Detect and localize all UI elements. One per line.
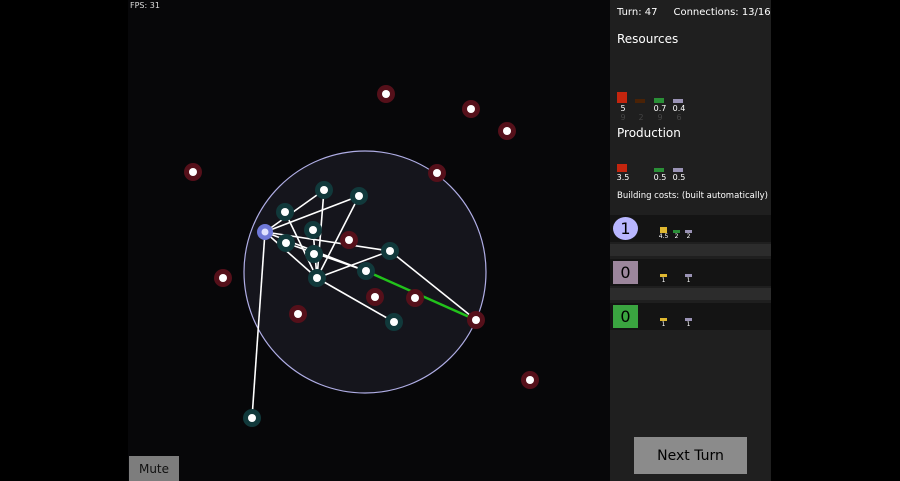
production-bar bbox=[654, 168, 664, 172]
production-bar bbox=[673, 168, 683, 172]
resource-bar bbox=[635, 99, 645, 103]
game-board[interactable]: FPS: 31 Mute bbox=[128, 0, 610, 481]
cost-value: 1 bbox=[686, 321, 691, 328]
node[interactable] bbox=[276, 203, 294, 221]
building-row: 0 1 1 bbox=[610, 259, 771, 286]
enemy-node[interactable] bbox=[377, 85, 395, 103]
mute-button[interactable]: Mute bbox=[129, 456, 179, 481]
production-value: 0.5 bbox=[653, 173, 667, 182]
resource-bar bbox=[617, 92, 627, 103]
enemy-node[interactable] bbox=[289, 305, 307, 323]
building-costs-caption: Building costs: (built automatically) bbox=[617, 191, 768, 201]
building-row-separator bbox=[610, 244, 771, 256]
node[interactable] bbox=[305, 245, 323, 263]
enemy-node[interactable] bbox=[462, 100, 480, 118]
resources-heading: Resources bbox=[617, 32, 679, 46]
status-bar: Turn: 47 Connections: 13/16 bbox=[617, 7, 771, 18]
enemy-node[interactable] bbox=[406, 289, 424, 307]
production-value: 3.5 bbox=[616, 173, 630, 182]
turn-counter: Turn: 47 bbox=[617, 7, 658, 18]
node[interactable] bbox=[308, 269, 326, 287]
building-count-badge[interactable]: 0 bbox=[613, 261, 638, 284]
right-margin bbox=[771, 0, 900, 481]
resource-capacity: 9 bbox=[657, 113, 663, 122]
hub-node[interactable] bbox=[257, 224, 273, 240]
next-turn-button[interactable]: Next Turn bbox=[634, 437, 747, 474]
production-value: 0.5 bbox=[672, 173, 686, 182]
resource-capacity: 9 bbox=[620, 113, 626, 122]
building-count-badge[interactable]: 0 bbox=[613, 305, 638, 328]
cost-value: 2 bbox=[686, 233, 691, 240]
node[interactable] bbox=[315, 181, 333, 199]
cost-value: 1 bbox=[686, 277, 691, 284]
building-row-separator bbox=[610, 288, 771, 300]
resource-capacity: 6 bbox=[676, 113, 682, 122]
enemy-node[interactable] bbox=[366, 288, 384, 306]
node[interactable] bbox=[304, 221, 322, 239]
resource-value: 0.4 bbox=[672, 104, 686, 113]
cost-value: 1 bbox=[661, 277, 666, 284]
node[interactable] bbox=[277, 234, 295, 252]
side-panel: Turn: 47 Connections: 13/16 Resources 59… bbox=[610, 0, 771, 481]
resource-bar bbox=[654, 98, 664, 103]
node[interactable] bbox=[381, 242, 399, 260]
node[interactable] bbox=[350, 187, 368, 205]
cost-value: 1 bbox=[661, 321, 666, 328]
map-canvas[interactable] bbox=[128, 0, 610, 481]
node[interactable] bbox=[243, 409, 261, 427]
building-row: 1 4.5 2 2 bbox=[610, 215, 771, 242]
resource-value: 5 bbox=[620, 104, 626, 113]
production-bar bbox=[617, 164, 627, 172]
enemy-node[interactable] bbox=[467, 311, 485, 329]
enemy-node[interactable] bbox=[521, 371, 539, 389]
enemy-node[interactable] bbox=[498, 122, 516, 140]
connections-counter: Connections: 13/16 bbox=[673, 7, 771, 18]
enemy-node[interactable] bbox=[184, 163, 202, 181]
enemy-node[interactable] bbox=[214, 269, 232, 287]
enemy-node[interactable] bbox=[428, 164, 446, 182]
enemy-node[interactable] bbox=[340, 231, 358, 249]
node[interactable] bbox=[357, 262, 375, 280]
resource-bar bbox=[673, 99, 683, 103]
node[interactable] bbox=[385, 313, 403, 331]
resource-value: 0.7 bbox=[653, 104, 667, 113]
fps-counter: FPS: 31 bbox=[130, 1, 160, 10]
resource-capacity: 2 bbox=[638, 113, 644, 122]
production-heading: Production bbox=[617, 126, 681, 140]
building-count-badge[interactable]: 1 bbox=[613, 217, 638, 240]
building-row: 0 1 1 bbox=[610, 303, 771, 330]
